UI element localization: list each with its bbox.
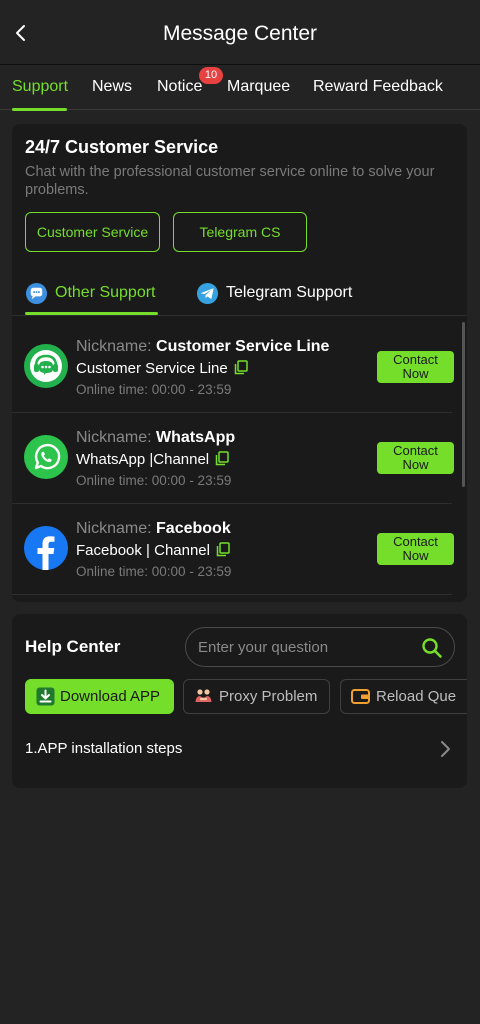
- tab-reward-feedback[interactable]: Reward Feedback: [313, 78, 443, 96]
- chip-download-app[interactable]: Download APP: [25, 679, 174, 714]
- scrollbar[interactable]: [462, 322, 465, 487]
- customer-service-description: Chat with the professional customer serv…: [25, 164, 435, 198]
- handshake-icon: [195, 689, 212, 702]
- tab-marquee[interactable]: Marquee: [227, 78, 290, 96]
- divider: [12, 412, 452, 413]
- customer-service-title: 24/7 Customer Service: [25, 137, 219, 157]
- customer-service-button[interactable]: Customer Service: [25, 212, 160, 252]
- support-item-whatsapp: Nickname: WhatsApp WhatsApp |Channel Onl…: [12, 414, 454, 504]
- chat-bubble-icon: [25, 282, 48, 305]
- channel-label: Customer Service Line: [76, 360, 248, 377]
- tab-news[interactable]: News: [92, 78, 132, 96]
- online-time: Online time: 00:00 - 23:59: [76, 382, 232, 397]
- help-item-app-installation[interactable]: 1.APP installation steps: [25, 740, 182, 757]
- online-time: Online time: 00:00 - 23:59: [76, 564, 232, 579]
- channel-label: Facebook | Channel: [76, 542, 230, 559]
- online-time: Online time: 00:00 - 23:59: [76, 473, 232, 488]
- contact-now-button[interactable]: Contact Now: [377, 442, 454, 474]
- page-title: Message Center: [162, 22, 318, 45]
- headset-icon: [24, 344, 68, 388]
- active-tab-indicator: [12, 108, 67, 111]
- tab-support[interactable]: Support: [12, 78, 68, 96]
- chevron-right-icon[interactable]: [440, 740, 452, 758]
- other-support-label: Other Support: [55, 284, 156, 301]
- wallet-icon: [351, 689, 370, 704]
- tab-telegram-support[interactable]: Telegram Support: [196, 282, 371, 308]
- tab-other-support[interactable]: Other Support: [25, 282, 165, 308]
- contact-now-button[interactable]: Contact Now: [377, 351, 454, 383]
- top-tabs: Support News Notice 10 Marquee Reward Fe…: [0, 64, 480, 111]
- support-item-facebook: Nickname: Facebook Facebook | Channel On…: [12, 505, 454, 595]
- copy-icon[interactable]: [234, 360, 248, 375]
- chip-label: Reload Que: [376, 688, 457, 705]
- chip-label: Download APP: [60, 688, 161, 705]
- divider: [12, 594, 452, 595]
- notice-count-badge: 10: [199, 67, 223, 84]
- contact-now-button[interactable]: Contact Now: [377, 533, 454, 565]
- chip-label: Proxy Problem: [219, 688, 318, 705]
- tab-notice[interactable]: Notice: [157, 78, 202, 96]
- search-icon[interactable]: [421, 637, 443, 659]
- telegram-icon: [196, 282, 219, 305]
- customer-service-card: 24/7 Customer Service Chat with the prof…: [12, 124, 467, 602]
- divider: [12, 315, 467, 316]
- header: Message Center: [0, 0, 480, 64]
- help-center-card: Help Center Download APP Proxy Prob: [12, 614, 467, 788]
- nickname: Nickname: Customer Service Line: [76, 338, 330, 355]
- help-center-title: Help Center: [25, 637, 121, 656]
- chip-reload-question[interactable]: Reload Que: [340, 679, 467, 714]
- download-icon: [36, 687, 55, 706]
- chip-proxy-problem[interactable]: Proxy Problem: [183, 679, 330, 714]
- search-box: [185, 627, 455, 667]
- nickname: Nickname: Facebook: [76, 520, 231, 537]
- telegram-cs-button[interactable]: Telegram CS: [173, 212, 307, 252]
- help-categories: Download APP Proxy Problem Reload Que: [25, 679, 467, 715]
- copy-icon[interactable]: [215, 451, 229, 466]
- nickname: Nickname: WhatsApp: [76, 429, 236, 446]
- whatsapp-icon: [24, 435, 68, 479]
- copy-icon[interactable]: [216, 542, 230, 557]
- channel-label: WhatsApp |Channel: [76, 451, 229, 468]
- search-input[interactable]: [198, 637, 413, 657]
- divider: [12, 503, 452, 504]
- support-item-customer-service-line: Nickname: Customer Service Line Customer…: [12, 323, 454, 413]
- telegram-support-label: Telegram Support: [226, 284, 353, 301]
- facebook-icon: [24, 526, 68, 570]
